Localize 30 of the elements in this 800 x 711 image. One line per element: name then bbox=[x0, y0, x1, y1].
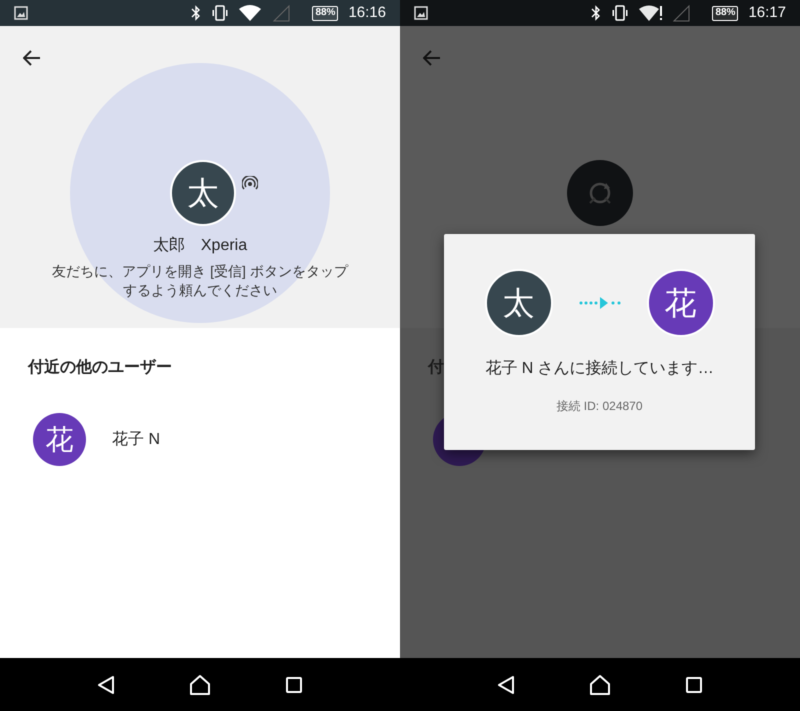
connection-id: 接続 ID: 024870 bbox=[556, 398, 643, 415]
user-name: 太郎 Xperia bbox=[152, 236, 248, 256]
bluetooth-icon bbox=[590, 5, 602, 21]
contact-name: 花子 N bbox=[112, 430, 160, 450]
battery-level: 88% bbox=[315, 8, 336, 18]
instruction-text: 友だちに、アプリを開き [受信] ボタンをタップ するよう頼んでください bbox=[52, 262, 348, 300]
section-title: 付 bbox=[428, 358, 444, 378]
home-icon[interactable] bbox=[589, 674, 611, 696]
recents-icon[interactable] bbox=[285, 676, 303, 694]
recents-icon[interactable] bbox=[685, 676, 703, 694]
receiver-avatar: 花 bbox=[646, 269, 714, 337]
image-icon bbox=[414, 6, 428, 20]
clock-time: 16:16 bbox=[348, 2, 386, 23]
bluetooth-icon bbox=[190, 5, 202, 21]
back-arrow-icon[interactable] bbox=[23, 49, 41, 67]
sender-avatar: 太 bbox=[484, 269, 552, 337]
home-icon[interactable] bbox=[189, 674, 211, 696]
connecting-message: 花子 N さんに接続しています… bbox=[485, 358, 714, 379]
back-icon[interactable] bbox=[497, 674, 515, 694]
signal-icon bbox=[273, 4, 290, 22]
image-icon bbox=[14, 6, 28, 20]
vibrate-icon bbox=[611, 5, 630, 21]
signal-icon bbox=[673, 4, 690, 22]
clock-time: 16:17 bbox=[748, 2, 786, 23]
vibrate-icon bbox=[211, 5, 230, 21]
back-icon[interactable] bbox=[97, 674, 115, 694]
battery-level: 88% bbox=[715, 8, 736, 18]
transfer-arrow-icon bbox=[578, 296, 620, 310]
section-title: 付近の他のユーザー bbox=[28, 357, 172, 378]
contact-avatar: 花 bbox=[33, 413, 86, 466]
